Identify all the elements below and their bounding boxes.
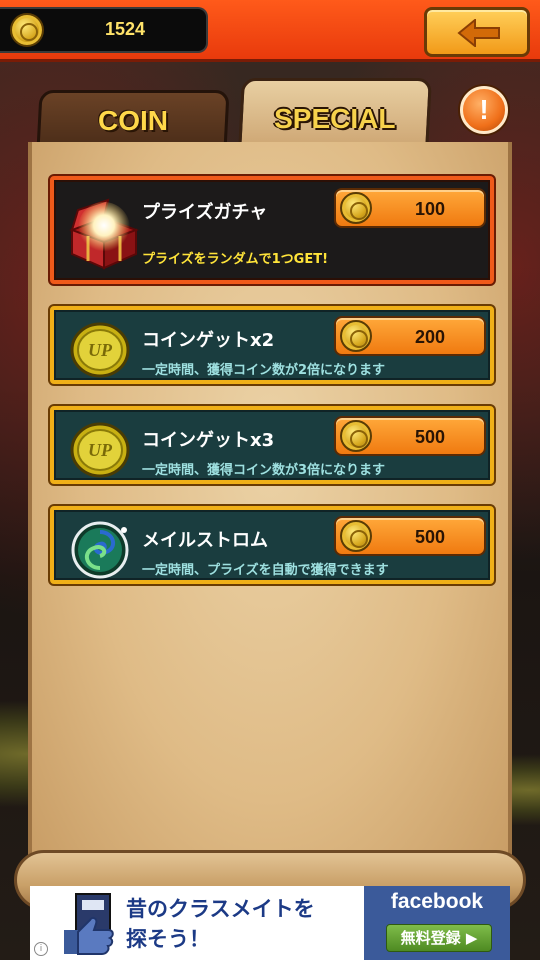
item-description: 一定時間、プライズを自動で獲得できます <box>142 563 389 578</box>
svg-text:UP: UP <box>88 440 113 460</box>
item-price: 200 <box>414 327 446 347</box>
back-button[interactable] <box>424 7 530 57</box>
gold-coin-icon <box>340 520 372 552</box>
ad-signup-button[interactable]: 無料登録 ▶ <box>386 924 492 952</box>
up-coin-icon: UP <box>70 422 130 478</box>
ad-brand: facebook <box>390 890 484 913</box>
ad-text: 昔のクラスメイトを 探そう！ <box>126 894 376 954</box>
tab-special[interactable]: SPECIAL <box>238 78 432 152</box>
item-price: 100 <box>414 199 446 219</box>
alert-badge[interactable]: ! <box>460 86 508 134</box>
ad-facebook-panel: facebook 無料登録 ▶ <box>364 886 510 960</box>
item-description: プライズをランダムで1つGET! <box>142 252 329 267</box>
top-bar: 1524 <box>0 0 540 62</box>
coin-count: 1524 <box>104 19 146 39</box>
like-thumb-icon <box>64 893 114 955</box>
gold-coin-icon <box>340 420 372 452</box>
coin-counter: 1524 <box>0 7 208 53</box>
item-description: 一定時間、獲得コイン数が3倍になります <box>142 463 386 478</box>
treasure-chest-icon <box>69 198 139 270</box>
buy-button-coin-get-x2[interactable]: 200 <box>334 316 486 356</box>
item-title: コインゲットx3 <box>142 430 275 451</box>
item-title: メイルストロム <box>142 530 268 551</box>
item-description: 一定時間、獲得コイン数が2倍になります <box>142 363 386 378</box>
svg-text:UP: UP <box>88 340 113 360</box>
item-price: 500 <box>414 527 446 547</box>
gold-coin-icon <box>10 13 44 47</box>
buy-button-maelstrom[interactable]: 500 <box>334 516 486 556</box>
shop-item-coin-get-x3[interactable]: UP コインゲットx3 500 一定時間、獲得コイン数が3倍になります <box>50 406 494 484</box>
ad-info-icon[interactable]: i <box>34 942 48 956</box>
ad-text-line-2: 探そう！ <box>126 927 210 951</box>
shop-item-prize-gacha[interactable]: プライズガチャ 100 プライズをランダムで1つGET! <box>50 176 494 284</box>
buy-button-coin-get-x3[interactable]: 500 <box>334 416 486 456</box>
tab-coin-label: COIN <box>98 105 168 136</box>
up-coin-icon: UP <box>70 322 130 378</box>
ad-text-line-1: 昔のクラスメイトを <box>126 897 315 921</box>
gold-coin-icon <box>340 192 372 224</box>
arrow-left-icon <box>457 19 500 47</box>
maelstrom-orb-icon <box>71 521 129 579</box>
item-price: 500 <box>414 427 446 447</box>
item-title: コインゲットx2 <box>142 330 275 351</box>
shop-item-coin-get-x2[interactable]: UP コインゲットx2 200 一定時間、獲得コイン数が2倍になります <box>50 306 494 384</box>
tab-special-label: SPECIAL <box>274 103 396 134</box>
buy-button-prize-gacha[interactable]: 100 <box>334 188 486 228</box>
gold-coin-icon <box>340 320 372 352</box>
item-title: プライズガチャ <box>142 202 268 223</box>
ad-banner[interactable]: 昔のクラスメイトを 探そう！ facebook 無料登録 ▶ <box>30 886 510 960</box>
shop-item-maelstrom[interactable]: メイルストロム 500 一定時間、プライズを自動で獲得できます <box>50 506 494 584</box>
